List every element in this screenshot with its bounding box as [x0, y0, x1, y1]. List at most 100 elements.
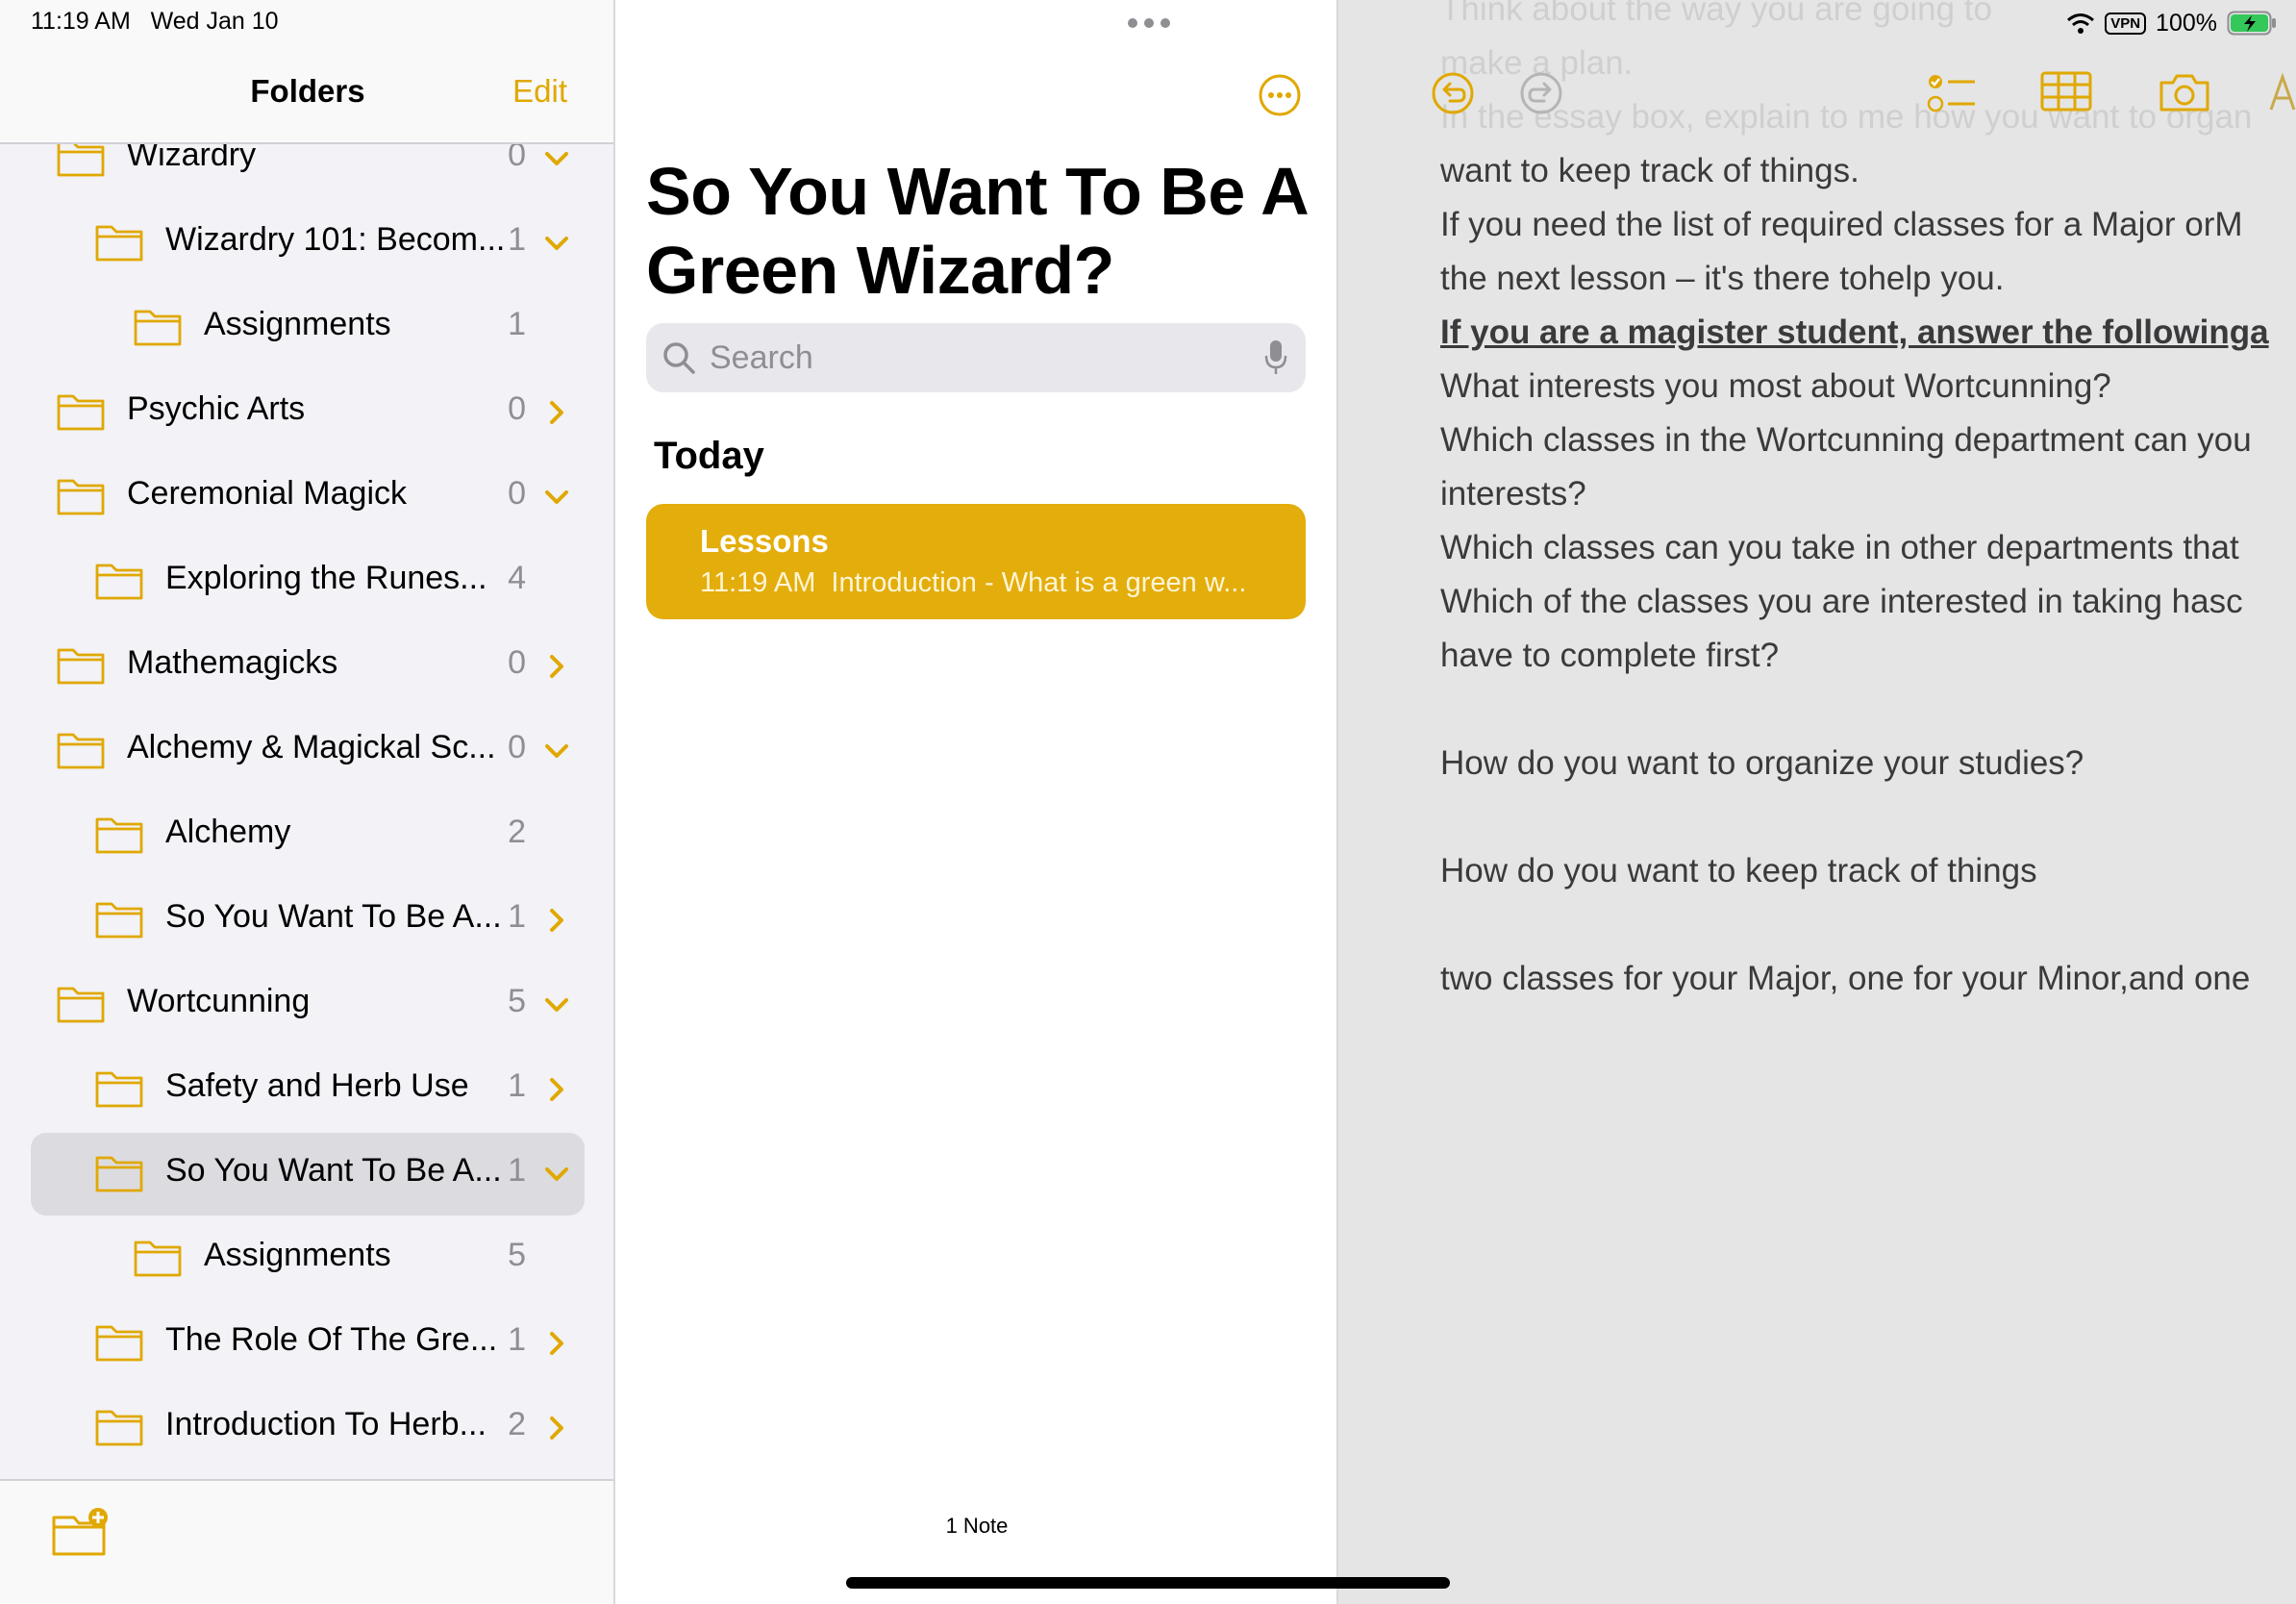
folder-count: 0 — [508, 390, 526, 427]
text-format-icon[interactable] — [2269, 71, 2296, 113]
new-folder-icon[interactable] — [50, 1506, 112, 1560]
home-indicator[interactable] — [846, 1577, 1450, 1589]
sidebar-header: 11:19 AM Wed Jan 10 Folders Edit — [0, 0, 613, 144]
note-line[interactable]: If you need the list of required classes… — [1440, 198, 2296, 252]
folder-count: 1 — [508, 1067, 526, 1104]
chevron-down-icon[interactable] — [540, 227, 573, 260]
folder-row[interactable]: Ceremonial Magick 0 — [31, 456, 585, 539]
folder-icon — [95, 817, 143, 854]
checklist-icon[interactable] — [1927, 71, 1979, 115]
note-line[interactable]: two classes for your Major, one for your… — [1440, 952, 2296, 1006]
folder-icon — [95, 225, 143, 262]
chevron-right-icon[interactable] — [540, 650, 573, 683]
chevron-down-icon[interactable] — [540, 735, 573, 767]
wifi-icon — [2067, 13, 2095, 34]
search-icon — [663, 342, 695, 374]
note-item[interactable]: Lessons 11:19 AM Introduction - What is a… — [646, 504, 1306, 619]
chevron-right-icon[interactable] — [540, 1327, 573, 1360]
folder-row[interactable]: Assignments 5 — [31, 1217, 585, 1300]
folder-icon — [134, 1241, 182, 1277]
folder-row[interactable]: Psychic Arts 0 — [31, 371, 585, 454]
folder-row[interactable]: Wizardry 0 — [31, 144, 585, 200]
chevron-down-icon[interactable] — [540, 481, 573, 514]
chevron-right-icon[interactable] — [540, 396, 573, 429]
battery-charging-icon — [2227, 11, 2276, 36]
note-line[interactable]: How do you want to organize your studies… — [1440, 737, 2296, 790]
section-header-today: Today — [654, 435, 764, 477]
camera-icon[interactable] — [2158, 71, 2211, 113]
sidebar-footer — [0, 1479, 613, 1604]
folder-row[interactable]: So You Want To Be A... 1 — [31, 879, 585, 962]
multitasking-dots-icon[interactable] — [1127, 17, 1171, 29]
folder-name: Psychic Arts — [127, 390, 306, 427]
note-line[interactable]: How do you want to keep track of things — [1440, 844, 2296, 898]
folder-row[interactable]: Wizardry 101: Becom... 1 — [31, 202, 585, 285]
folder-name: The Role Of The Gre... — [165, 1321, 498, 1358]
folder-row[interactable]: Alchemy & Magickal Sc... 0 — [31, 710, 585, 792]
note-body[interactable]: Think about the way you are going to make… — [1440, 0, 2296, 1006]
search-bar[interactable] — [646, 323, 1306, 392]
status-date: Wed Jan 10 — [150, 8, 279, 35]
folder-row[interactable]: Introduction To Herb... 2 — [31, 1387, 585, 1469]
note-line[interactable] — [1440, 790, 2296, 844]
folder-count: 1 — [508, 898, 526, 935]
folder-count: 0 — [508, 144, 526, 173]
folder-name: Introduction To Herb... — [165, 1406, 487, 1442]
note-line[interactable]: the next lesson – it's there tohelp you. — [1440, 252, 2296, 306]
folder-row[interactable]: The Role Of The Gre... 1 — [31, 1302, 585, 1385]
folder-count: 5 — [508, 1237, 526, 1273]
note-line[interactable]: interests? — [1440, 467, 2296, 521]
note-editor[interactable]: Think about the way you are going to make… — [1338, 0, 2296, 1604]
note-line[interactable]: Which of the classes you are interested … — [1440, 575, 2296, 629]
chevron-right-icon[interactable] — [540, 1412, 573, 1444]
folder-name: Alchemy & Magickal Sc... — [127, 729, 496, 765]
mic-icon[interactable] — [1263, 338, 1288, 377]
note-time: 11:19 AM — [700, 567, 816, 598]
folder-icon — [95, 1410, 143, 1446]
folder-list[interactable]: Wizardry 0 Wizardry 101: Becom... 1 Assignme… — [0, 144, 613, 1477]
vpn-badge: VPN — [2105, 12, 2147, 35]
note-line[interactable] — [1440, 898, 2296, 952]
note-line[interactable]: If you are a magister student, answer th… — [1440, 306, 2296, 360]
folder-row[interactable]: Exploring the Runes... 4 — [31, 540, 585, 623]
folder-count: 1 — [508, 221, 526, 258]
chevron-down-icon[interactable] — [540, 989, 573, 1021]
folder-row[interactable]: Mathemagicks 0 — [31, 625, 585, 708]
folder-icon — [57, 394, 105, 431]
folder-row[interactable]: Safety and Herb Use 1 — [31, 1048, 585, 1131]
note-line[interactable]: What interests you most about Wortcunnin… — [1440, 360, 2296, 414]
folder-count: 4 — [508, 560, 526, 596]
folder-count: 0 — [508, 729, 526, 765]
redo-icon[interactable] — [1519, 71, 1563, 115]
more-icon[interactable] — [1258, 73, 1302, 117]
note-preview: Introduction - What is a green w... — [831, 567, 1247, 598]
folder-row[interactable]: Assignments 1 — [31, 287, 585, 369]
folder-row[interactable]: Alchemy 2 — [31, 794, 585, 877]
folder-count: 1 — [508, 1321, 526, 1358]
note-line[interactable] — [1440, 683, 2296, 737]
folder-row[interactable]: So You Want To Be A... 1 — [31, 1133, 585, 1216]
folder-icon — [95, 564, 143, 600]
chevron-right-icon[interactable] — [540, 904, 573, 937]
note-line[interactable]: have to complete first? — [1440, 629, 2296, 683]
chevron-down-icon[interactable] — [540, 144, 573, 175]
folder-title: So You Want To Be A Green Wizard? — [646, 154, 1307, 308]
edit-button[interactable]: Edit — [512, 73, 567, 110]
notes-app: Wizardry 0 Wizardry 101: Becom... 1 Assignme… — [0, 0, 2296, 1604]
folder-row[interactable]: Wortcunning 5 — [31, 964, 585, 1046]
folder-name: Alchemy — [165, 814, 291, 850]
chevron-right-icon[interactable] — [540, 1073, 573, 1106]
note-line[interactable]: want to keep track of things. — [1440, 144, 2296, 198]
folder-count: 0 — [508, 475, 526, 512]
note-line[interactable]: Which classes in the Wortcunning departm… — [1440, 414, 2296, 467]
search-input[interactable] — [710, 331, 1229, 385]
note-line[interactable]: Which classes can you take in other depa… — [1440, 521, 2296, 575]
undo-icon[interactable] — [1431, 71, 1475, 115]
chevron-down-icon[interactable] — [540, 1158, 573, 1190]
folder-icon — [57, 733, 105, 769]
table-icon[interactable] — [2040, 71, 2092, 112]
folder-icon — [57, 144, 105, 177]
folder-name: Safety and Herb Use — [165, 1067, 469, 1104]
folder-count: 2 — [508, 1406, 526, 1442]
status-time-date: 11:19 AM Wed Jan 10 — [31, 8, 279, 36]
